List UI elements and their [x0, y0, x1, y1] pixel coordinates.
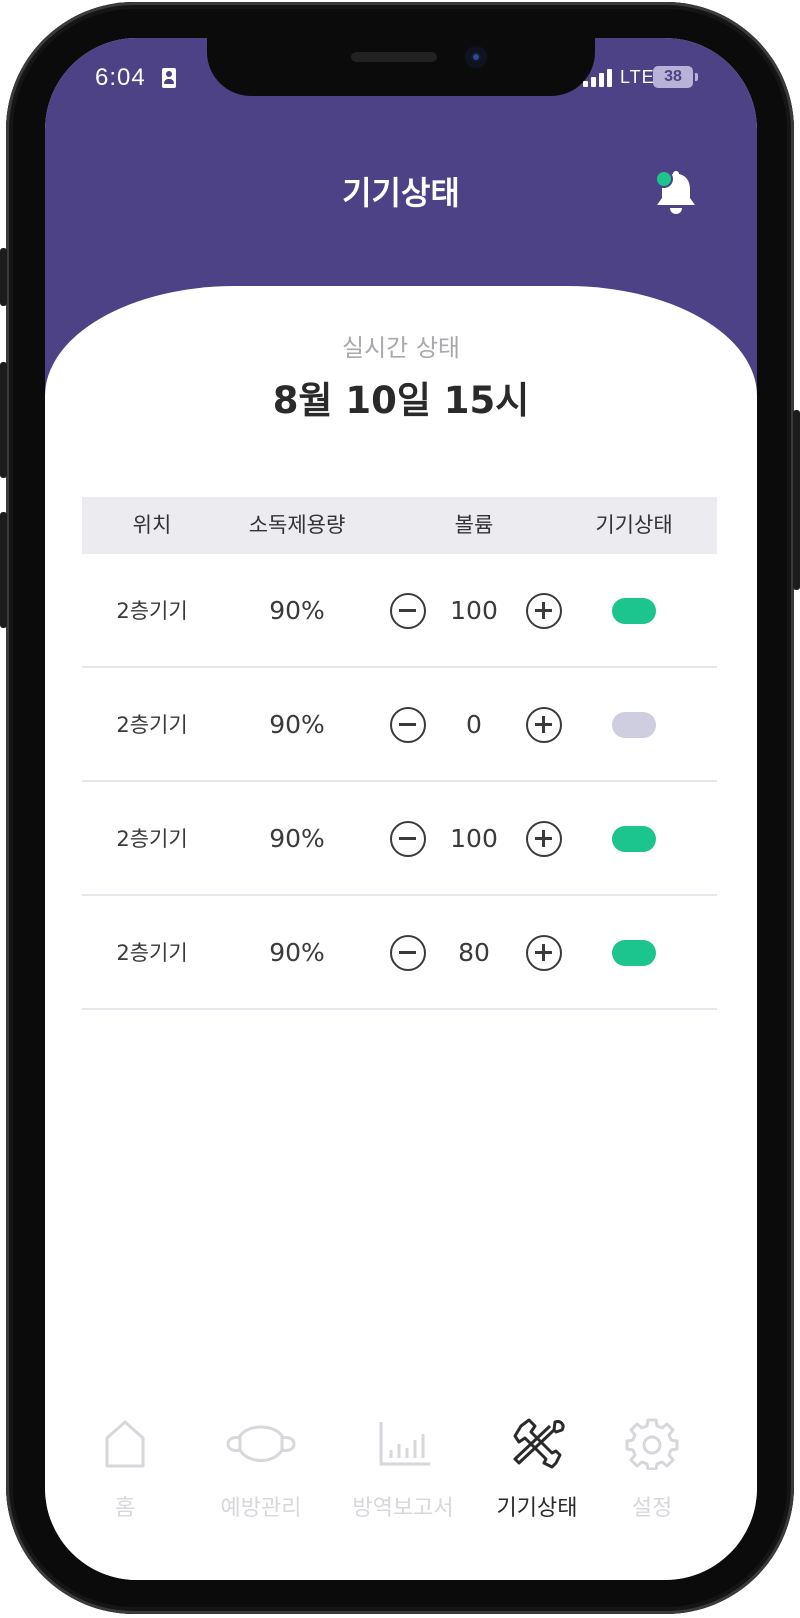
status-time: 6:04 [95, 64, 146, 91]
volume-increase-button[interactable] [526, 707, 562, 743]
nav-label: 설정 [631, 1496, 673, 1521]
nav-item-prevention[interactable]: 예방관리 [196, 1398, 326, 1548]
nav-label: 기기상태 [496, 1496, 578, 1521]
front-camera [465, 46, 487, 68]
side-button-volume-down [0, 512, 7, 628]
mask-icon [226, 1425, 296, 1462]
column-header-location: 위치 [132, 513, 172, 537]
side-button-silent [0, 248, 7, 306]
location-cell: 2층기기 [116, 827, 188, 851]
network-type: LTE [620, 67, 655, 87]
column-header-capacity: 소독제용량 [248, 513, 346, 537]
device-status-toggle[interactable] [612, 598, 656, 624]
row-divider [82, 1008, 717, 1010]
status-datetime: 8월 10일 15시 [272, 379, 530, 422]
volume-value: 80 [458, 938, 490, 967]
table-row: 2층기기 90% 100 [82, 782, 717, 896]
nav-item-settings[interactable]: 설정 [587, 1398, 717, 1548]
tools-icon [513, 1418, 565, 1469]
column-header-volume: 볼륨 [454, 513, 494, 537]
volume-value: 100 [450, 596, 498, 625]
device-status-toggle[interactable] [612, 712, 656, 738]
gear-icon [625, 1418, 679, 1470]
side-button-power [793, 410, 800, 590]
location-cell: 2층기기 [116, 713, 188, 737]
nav-label: 홈 [114, 1496, 136, 1521]
side-button-volume-up [0, 362, 7, 478]
table-row: 2층기기 90% 80 [82, 896, 717, 1010]
nav-item-home[interactable]: 홈 [60, 1398, 190, 1548]
column-header-device-status: 기기상태 [595, 513, 673, 537]
capacity-cell: 90% [269, 710, 325, 739]
notch [207, 38, 595, 96]
volume-decrease-button[interactable] [390, 821, 426, 857]
table-header: 위치 소독제용량 볼륨 기기상태 [82, 497, 717, 554]
volume-value: 100 [450, 824, 498, 853]
phone-screen: 6:04 LTE 38 기기상태 실시간 상태 8월 10일 15시 위치 소독… [45, 38, 757, 1580]
volume-increase-button[interactable] [526, 593, 562, 629]
nav-label: 방역보고서 [352, 1496, 454, 1521]
device-status-toggle[interactable] [612, 826, 656, 852]
battery-cap [695, 73, 698, 81]
location-cell: 2층기기 [116, 941, 188, 965]
volume-decrease-button[interactable] [390, 935, 426, 971]
notification-dot [657, 172, 671, 186]
location-cell: 2층기기 [116, 599, 188, 623]
bottom-navigation: 홈 예방관리 방역보고서 기기상태 설정 [45, 1398, 757, 1558]
volume-increase-button[interactable] [526, 935, 562, 971]
volume-decrease-button[interactable] [390, 707, 426, 743]
realtime-status-label: 실시간 상태 [341, 334, 461, 362]
signal-icon [583, 69, 613, 87]
table-row: 2층기기 90% 0 [82, 668, 717, 782]
volume-value: 0 [466, 710, 482, 739]
volume-increase-button[interactable] [526, 821, 562, 857]
nav-item-reports[interactable]: 방역보고서 [338, 1398, 468, 1548]
nav-item-device-status[interactable]: 기기상태 [472, 1398, 602, 1548]
home-icon [105, 1420, 145, 1468]
nav-label: 예방관리 [220, 1496, 302, 1521]
volume-decrease-button[interactable] [390, 593, 426, 629]
capacity-cell: 90% [269, 938, 325, 967]
battery-icon: 38 [653, 66, 693, 88]
bar-chart-icon [379, 1422, 430, 1466]
speaker [351, 52, 437, 62]
contact-card-icon [162, 68, 176, 88]
capacity-cell: 90% [269, 596, 325, 625]
capacity-cell: 90% [269, 824, 325, 853]
device-status-toggle[interactable] [612, 940, 656, 966]
table-row: 2층기기 90% 100 [82, 554, 717, 668]
